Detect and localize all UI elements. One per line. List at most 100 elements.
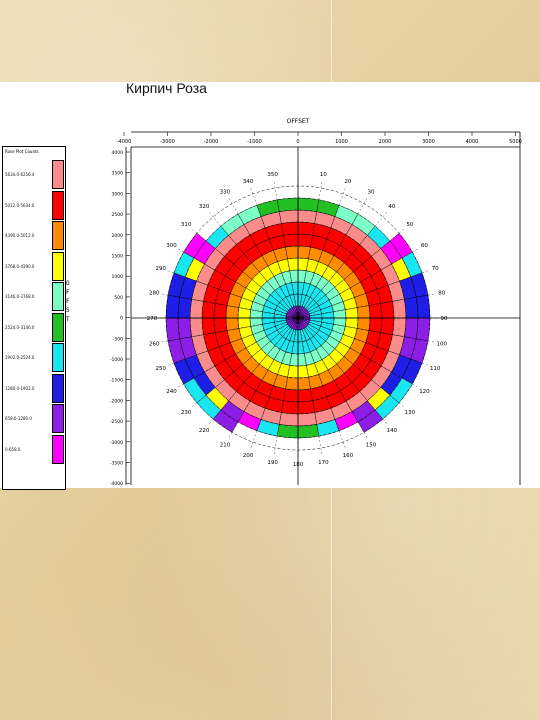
y-tick-label: 1000 bbox=[112, 274, 124, 280]
azimuth-label: 300 bbox=[166, 243, 177, 249]
rose-cell bbox=[177, 317, 192, 340]
rose-cell bbox=[380, 317, 395, 335]
rose-cell bbox=[213, 303, 228, 319]
azimuth-label: 130 bbox=[405, 410, 416, 416]
rose-cell bbox=[283, 388, 299, 403]
azimuth-label: 110 bbox=[430, 366, 441, 372]
rose-cell bbox=[404, 317, 419, 340]
y-tick-label: -3000 bbox=[110, 440, 123, 446]
azimuth-label: 160 bbox=[343, 453, 354, 459]
rose-cell bbox=[213, 317, 228, 333]
x-tick-label: -2000 bbox=[204, 139, 219, 145]
rose-plot: -4000 -3000 -2000 -1000 0 1000 2000 3000 4000 500… bbox=[110, 118, 522, 487]
azimuth-label: 330 bbox=[220, 190, 231, 196]
azimuth-label: 50 bbox=[406, 222, 413, 228]
azimuth-label: 280 bbox=[149, 291, 160, 297]
y-tick-label: -3500 bbox=[110, 461, 123, 467]
azimuth-label: 20 bbox=[344, 179, 351, 185]
y-tick-label: 3000 bbox=[112, 191, 124, 197]
azimuth-label: 310 bbox=[181, 222, 192, 228]
azimuth-label: 120 bbox=[419, 389, 430, 395]
rose-cell bbox=[276, 197, 299, 212]
y-tick-label: 2000 bbox=[112, 233, 124, 239]
y-tick-label: -2500 bbox=[110, 419, 123, 425]
y-tick-label: 500 bbox=[114, 295, 123, 301]
rose-cell bbox=[380, 301, 395, 319]
y-tick-label: 0 bbox=[120, 316, 123, 322]
rose-cell bbox=[392, 317, 407, 337]
y-tick-label: -1500 bbox=[110, 378, 123, 384]
azimuth-label: 80 bbox=[438, 291, 445, 297]
rose-cell bbox=[368, 303, 383, 319]
rose-cell bbox=[297, 400, 315, 415]
azimuth-label: 180 bbox=[293, 462, 304, 468]
rose-cell bbox=[297, 424, 320, 439]
rose-cell bbox=[297, 209, 317, 224]
rose-cell bbox=[201, 301, 216, 319]
rose-cell bbox=[281, 221, 299, 236]
x-tick-label: -1000 bbox=[247, 139, 262, 145]
rose-cell bbox=[279, 209, 299, 224]
rose-cell bbox=[415, 317, 431, 342]
azimuth-label: 30 bbox=[368, 190, 375, 196]
rose-cell bbox=[297, 221, 315, 236]
azimuth-label: 150 bbox=[366, 442, 377, 448]
rose-cell bbox=[189, 299, 204, 319]
rose-cell bbox=[392, 299, 407, 319]
y-tick-label: -500 bbox=[113, 336, 123, 342]
x-tick-label: -3000 bbox=[160, 139, 175, 145]
azimuth-label: 220 bbox=[199, 428, 210, 434]
azimuth-label: 200 bbox=[243, 453, 254, 459]
y-tick-label: 2500 bbox=[112, 212, 124, 218]
rose-cell bbox=[404, 296, 419, 319]
azimuth-label: 350 bbox=[267, 172, 278, 178]
rose-cell bbox=[281, 400, 299, 415]
azimuth-label: 210 bbox=[220, 442, 231, 448]
azimuth-label: 60 bbox=[421, 243, 428, 249]
y-tick-label: -2000 bbox=[110, 398, 123, 404]
x-tick-label: 4000 bbox=[466, 139, 479, 145]
rose-cell bbox=[279, 412, 299, 427]
azimuth-label: 100 bbox=[437, 341, 448, 347]
rose-cell bbox=[415, 294, 431, 319]
azimuth-label: 90 bbox=[441, 316, 448, 322]
azimuth-label: 230 bbox=[181, 410, 192, 416]
rose-cell bbox=[283, 233, 299, 248]
rose-cell bbox=[165, 294, 181, 319]
y-tick-label: -1000 bbox=[110, 357, 123, 363]
y-tick-label: 1500 bbox=[112, 254, 124, 260]
rose-cell bbox=[297, 412, 317, 427]
y-tick-label: 4000 bbox=[112, 150, 124, 156]
rose-cell bbox=[276, 424, 299, 439]
rose-cell bbox=[189, 317, 204, 337]
rose-cell bbox=[165, 317, 181, 342]
y-tick-label: 3500 bbox=[112, 171, 124, 177]
azimuth-label: 260 bbox=[149, 341, 160, 347]
x-tick-label: 0 bbox=[296, 139, 299, 145]
x-axis-label: OFFSET bbox=[287, 118, 310, 125]
azimuth-label: 10 bbox=[320, 172, 327, 178]
rose-cell bbox=[177, 296, 192, 319]
x-tick-label: 5000 bbox=[509, 139, 522, 145]
azimuth-label: 190 bbox=[267, 460, 278, 466]
x-tick-label: -4000 bbox=[117, 139, 132, 145]
rose-cell bbox=[201, 317, 216, 335]
x-tick-label: 3000 bbox=[422, 139, 435, 145]
azimuth-label: 250 bbox=[156, 366, 167, 372]
x-tick-label: 2000 bbox=[379, 139, 392, 145]
rose-cell bbox=[297, 388, 313, 403]
azimuth-label: 320 bbox=[199, 204, 210, 210]
azimuth-label: 140 bbox=[387, 428, 398, 434]
azimuth-label: 340 bbox=[243, 179, 254, 185]
azimuth-label: 240 bbox=[166, 389, 177, 395]
y-tick-label: -4000 bbox=[110, 481, 123, 487]
rose-cell bbox=[297, 197, 320, 212]
azimuth-label: 40 bbox=[388, 204, 395, 210]
rose-cell bbox=[368, 317, 383, 333]
rose-cell bbox=[297, 233, 313, 248]
azimuth-label: 170 bbox=[318, 460, 329, 466]
azimuth-label: 270 bbox=[147, 316, 158, 322]
azimuth-label: 290 bbox=[156, 266, 167, 272]
x-tick-label: 1000 bbox=[335, 139, 348, 145]
azimuth-label: 70 bbox=[432, 266, 439, 272]
